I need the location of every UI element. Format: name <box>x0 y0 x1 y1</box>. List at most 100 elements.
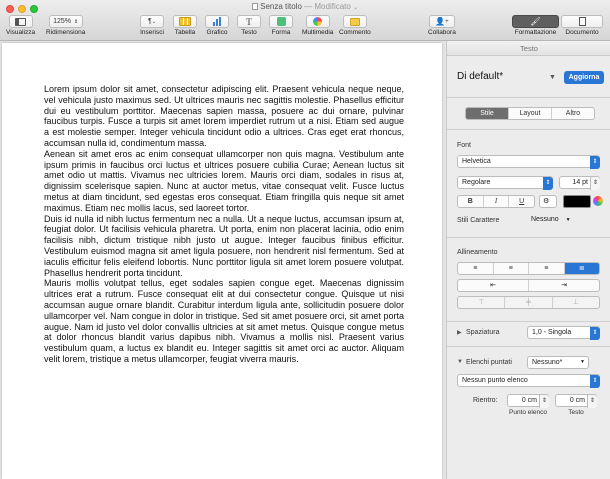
char-styles-select[interactable]: Nessuno ▼ <box>527 214 589 227</box>
align-justify-button[interactable]: ≣ <box>564 263 599 274</box>
chevron-down-icon[interactable]: ▼ <box>549 74 556 81</box>
outdent-icon: ⇤ <box>490 282 496 289</box>
zoom-label: Ridimensiona <box>46 29 86 36</box>
chevron-updown-icon: ⇕ <box>590 156 600 169</box>
font-style-buttons: B I U <box>457 195 535 208</box>
zoom-menu[interactable]: 125% ⇕ Ridimensiona <box>46 15 85 36</box>
text-button[interactable]: T Testo <box>237 15 261 36</box>
tab-style[interactable]: Stile <box>466 108 509 119</box>
align-bottom-icon: ⊥ <box>572 299 579 306</box>
bold-button[interactable]: B <box>458 196 484 207</box>
char-styles-label: Stili Carattere <box>457 217 500 224</box>
divider <box>447 237 610 238</box>
document-button[interactable]: Documento <box>561 15 603 36</box>
document-title: Senza titolo <box>260 2 302 11</box>
indent-icon: ⇥ <box>561 282 567 289</box>
bullet-indent-stepper[interactable]: 0 cm ⇕ <box>507 394 549 408</box>
text-label: Testo <box>241 29 257 36</box>
document-icon <box>251 3 258 10</box>
document-paragraph[interactable]: Lorem ipsum dolor sit amet, consectetur … <box>44 84 404 149</box>
font-heading: Font <box>457 142 472 149</box>
media-button[interactable]: Multimedia <box>302 15 333 36</box>
chevron-updown-icon: ⇕ <box>74 18 79 25</box>
alignment-heading: Allineamento <box>457 249 498 256</box>
tab-layout[interactable]: Layout <box>509 108 552 119</box>
spacing-select[interactable]: 1,0 - Singola ⇕ <box>527 326 600 340</box>
char-styles-value: Nessuno <box>531 216 559 223</box>
increase-indent-button[interactable]: ⇥ <box>529 280 599 291</box>
table-button[interactable]: Tabella <box>173 15 197 36</box>
decrease-indent-button[interactable]: ⇤ <box>458 280 529 291</box>
text-indent-caption: Testo <box>568 409 584 416</box>
align-left-button[interactable]: ≡ <box>458 263 494 274</box>
divider <box>447 321 610 322</box>
font-family-select[interactable]: Helvetica ⇕ <box>457 155 600 169</box>
collaborate-icon: 👤 + <box>428 15 455 28</box>
inspector-header-tab[interactable]: Testo <box>447 41 610 56</box>
text-color-well[interactable] <box>563 195 591 208</box>
font-family-value: Helvetica <box>462 158 491 165</box>
document-label: Documento <box>565 29 599 36</box>
align-bottom-button[interactable]: ⊥ <box>553 297 599 308</box>
document-paragraph[interactable]: Mauris mollis volutpat tellus, eget soda… <box>44 278 404 364</box>
align-justify-icon: ≣ <box>578 265 585 272</box>
comment-label: Commento <box>339 29 371 36</box>
zoom-select[interactable]: 125% ⇕ <box>48 15 83 28</box>
inspector-tabs: Stile Layout Altro <box>465 107 595 120</box>
align-right-icon: ≡ <box>544 265 549 272</box>
document-paragraph[interactable]: Aenean sit amet eros ac enim consequat u… <box>44 149 404 214</box>
divider <box>447 129 610 130</box>
align-center-button[interactable]: ≡ <box>494 263 529 274</box>
spacing-value: 1,0 - Singola <box>532 329 572 336</box>
align-middle-button[interactable]: ╪ <box>505 297 553 308</box>
insert-menu[interactable]: ¶ ⌄ Inserisci <box>140 15 164 36</box>
view-menu[interactable]: Visualizza <box>6 15 35 36</box>
format-inspector: Testo Di default* ▼ Aggiorna Stile Layou… <box>446 41 610 479</box>
chart-label: Grafico <box>206 29 228 36</box>
chart-button[interactable]: Grafico <box>205 15 229 36</box>
disclosure-down-icon[interactable]: ▼ <box>457 359 463 365</box>
divider <box>447 346 610 347</box>
align-top-icon: ⊤ <box>478 299 485 306</box>
document-paragraph[interactable]: Duis id nulla id nibh luctus fermentum n… <box>44 214 404 279</box>
disclosure-right-icon[interactable]: ▶ <box>457 329 462 336</box>
insert-label: Inserisci <box>140 29 164 36</box>
collaborate-button[interactable]: 👤 + Collabora <box>428 15 456 36</box>
comment-button[interactable]: Commento <box>339 15 371 36</box>
window-title: Senza titolo — Modificato ⌄ <box>0 2 610 11</box>
tab-more[interactable]: Altro <box>552 108 594 119</box>
chevron-down-icon[interactable]: ⌄ <box>353 5 358 11</box>
document-body[interactable]: Lorem ipsum dolor sit amet, consectetur … <box>44 84 404 365</box>
align-middle-icon: ╪ <box>526 299 531 306</box>
align-right-button[interactable]: ≡ <box>529 263 565 274</box>
text-options-button[interactable]: ⚙ <box>539 195 557 208</box>
underline-button[interactable]: U <box>509 196 534 207</box>
format-button[interactable]: 🖌 Formattazione <box>512 15 559 36</box>
italic-button[interactable]: I <box>484 196 510 207</box>
color-wheel-icon[interactable] <box>593 196 603 206</box>
bullets-label[interactable]: Elenchi puntati <box>466 359 512 366</box>
stepper-arrows-icon[interactable]: ⇕ <box>539 395 549 408</box>
table-icon <box>173 15 197 28</box>
font-size-value: 14 pt <box>572 179 588 186</box>
bullets-select[interactable]: Nessuno* ▼ <box>527 356 589 369</box>
chevron-updown-icon: ⇕ <box>543 177 553 190</box>
stepper-arrows-icon[interactable]: ⇕ <box>587 395 597 408</box>
update-style-button[interactable]: Aggiorna <box>564 71 604 84</box>
shape-icon <box>269 15 293 28</box>
text-indent-value: 0 cm <box>569 397 585 404</box>
shape-button[interactable]: Forma <box>269 15 293 36</box>
indent-buttons: ⇤ ⇥ <box>457 279 600 292</box>
paragraph-icon: ¶ ⌄ <box>140 15 164 28</box>
bullet-preset-select[interactable]: Nessun punto elenco ⇕ <box>457 374 600 388</box>
font-size-stepper[interactable]: 14 pt ⇕ <box>559 176 600 190</box>
paragraph-style-name[interactable]: Di default* <box>457 71 503 82</box>
font-weight-select[interactable]: Regolare ⇕ <box>457 176 553 190</box>
text-indent-stepper[interactable]: 0 cm ⇕ <box>555 394 597 408</box>
indent-label: Rientro: <box>473 397 498 404</box>
stepper-arrows-icon[interactable]: ⇕ <box>590 177 600 190</box>
comment-icon <box>342 15 367 28</box>
align-top-button[interactable]: ⊤ <box>458 297 506 308</box>
spacing-label[interactable]: Spaziatura <box>466 329 499 336</box>
gear-icon: ⚙ <box>543 198 550 205</box>
